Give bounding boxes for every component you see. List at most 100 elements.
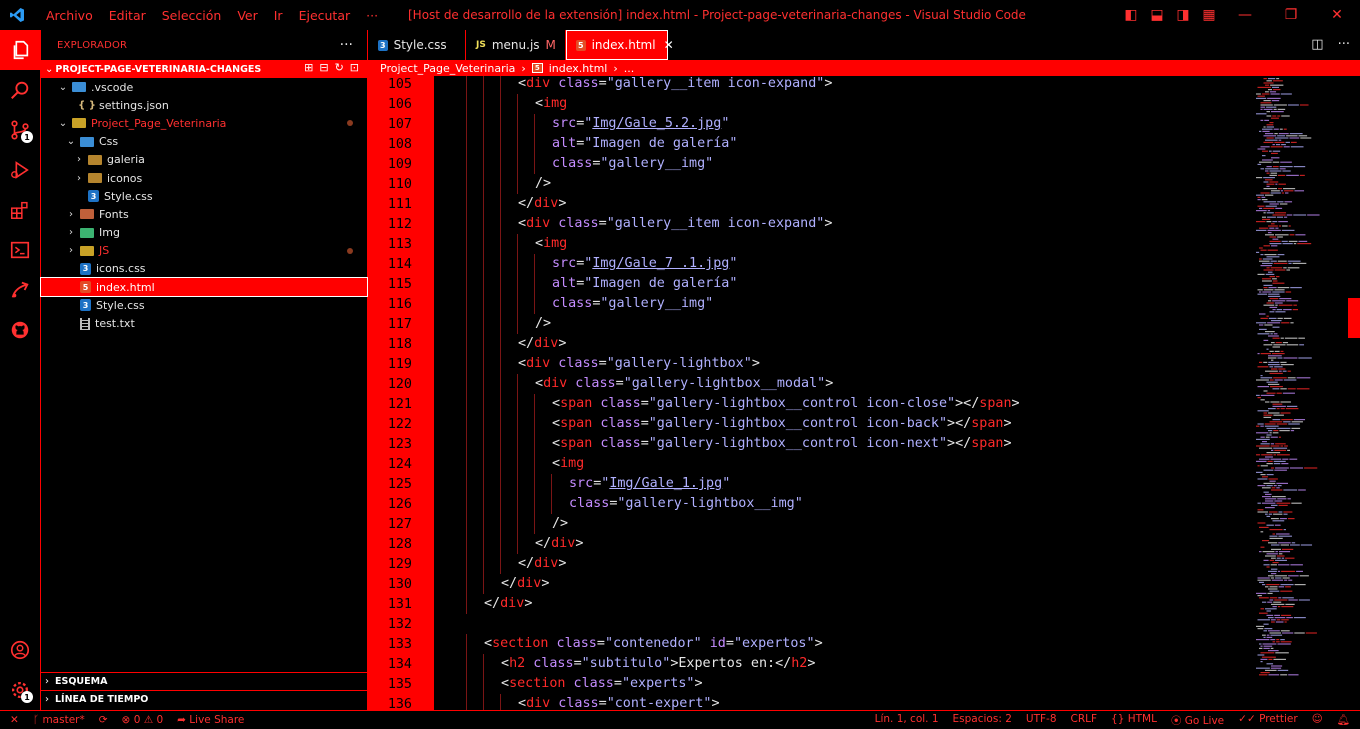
menu-editar[interactable]: Editar	[101, 8, 154, 23]
minimize-icon[interactable]: —	[1222, 7, 1268, 23]
explorer-icon[interactable]	[0, 30, 40, 70]
more-actions-icon[interactable]: ···	[1338, 37, 1350, 52]
minimap-line	[1262, 487, 1271, 489]
minimap-line	[1276, 639, 1280, 641]
run-debug-icon[interactable]	[0, 150, 40, 190]
indentation[interactable]: Espacios: 2	[953, 713, 1012, 728]
search-icon[interactable]	[0, 70, 40, 110]
menu-ir[interactable]: Ir	[266, 8, 291, 23]
breadcrumb-more[interactable]: ...	[624, 62, 635, 75]
menu-ejecutar[interactable]: Ejecutar	[291, 8, 359, 23]
tree-item[interactable]: › Img	[41, 224, 367, 242]
close-window-icon[interactable]: ✕	[1314, 7, 1360, 23]
vertical-scrollbar[interactable]	[1348, 76, 1360, 710]
breadcrumb-folder[interactable]: Project_Page_Veterinaria	[380, 62, 515, 75]
tree-item[interactable]: › iconos	[41, 169, 367, 187]
source-control-icon[interactable]: 1	[0, 110, 40, 150]
remote-indicator-icon[interactable]: ✕	[10, 714, 19, 726]
minimap-line	[1277, 606, 1281, 608]
notifications-icon[interactable]: 🔔︎	[1337, 713, 1350, 728]
code-token: >	[541, 576, 550, 591]
minimap-line	[1265, 669, 1277, 671]
extensions-icon[interactable]	[0, 190, 40, 230]
code-token: />	[535, 176, 552, 191]
remote-explorer-icon[interactable]	[0, 270, 40, 310]
tree-item[interactable]: test.txt	[41, 314, 367, 332]
tree-item[interactable]: { } settings.json	[41, 96, 367, 114]
indent-guide	[500, 114, 501, 134]
code-token: <	[552, 436, 561, 451]
branch-status[interactable]: ᚴ master*	[33, 714, 85, 726]
tree-item[interactable]: 3 Style.css	[41, 296, 367, 314]
menu-ver[interactable]: Ver	[229, 8, 265, 23]
cursor-position[interactable]: Lín. 1, col. 1	[875, 713, 939, 728]
indent-guide	[483, 694, 484, 710]
tree-item[interactable]: 5 index.html	[40, 277, 368, 298]
customize-layout-icon[interactable]: ▦	[1196, 7, 1222, 23]
feedback-icon[interactable]: ☺	[1312, 713, 1323, 728]
accounts-icon[interactable]	[0, 630, 40, 670]
tab-style-css[interactable]: 3 Style.css	[368, 30, 466, 60]
new-folder-icon[interactable]: ⊟	[319, 61, 328, 74]
close-tab-icon[interactable]: ✕	[664, 38, 674, 52]
tree-item[interactable]: › Fonts	[41, 205, 367, 223]
code-editor[interactable]: 105 106 107 108 109 110 111 112 113 114 115 116 117 1…	[368, 76, 1360, 710]
github-icon[interactable]	[0, 310, 40, 350]
tab-index-html[interactable]: 5 index.html ✕	[566, 30, 674, 60]
live-share-button[interactable]: ➦ Live Share	[177, 714, 244, 726]
explorer-more-button[interactable]: ···	[340, 37, 353, 53]
tree-item[interactable]: ⌄ .vscode	[41, 78, 367, 96]
indent-guide	[483, 514, 484, 534]
menu-more[interactable]: ···	[358, 8, 386, 23]
breadcrumb-file[interactable]: index.html	[549, 62, 608, 75]
scrollbar-thumb[interactable]	[1348, 298, 1360, 338]
minimap-line	[1273, 454, 1276, 456]
tree-item[interactable]: ⌄ Project_Page_Veterinaria	[41, 114, 367, 132]
tree-item[interactable]: ⌄ Css	[41, 133, 367, 151]
manage-gear-icon[interactable]: 1	[0, 670, 40, 710]
minimap-line	[1270, 634, 1283, 636]
new-file-icon[interactable]: ⊞	[304, 61, 313, 74]
outline-section[interactable]: › ESQUEMA	[41, 672, 367, 690]
tree-item[interactable]: 3 icons.css	[41, 260, 367, 278]
minimap-line	[1281, 115, 1290, 117]
code-line: src="Img/Gale_1.jpg"	[569, 474, 730, 494]
collapse-all-icon[interactable]: ⊡	[350, 61, 359, 74]
project-section-header[interactable]: ⌄ PROJECT-PAGE-VETERINARIA-CHANGES ⊞ ⊟ ↻…	[41, 60, 367, 78]
minimap-line	[1284, 216, 1288, 218]
split-editor-icon[interactable]: ◫	[1311, 37, 1323, 52]
chevron-right-icon: ›	[613, 61, 618, 75]
menu-seleccion[interactable]: Selección	[154, 8, 230, 23]
problems-status[interactable]: ⊗ 0 ⚠ 0	[122, 714, 164, 726]
toggle-secondary-sidebar-icon[interactable]: ◨	[1170, 7, 1196, 23]
indent-guide	[517, 274, 518, 294]
code-token: "	[729, 256, 738, 271]
minimap-line	[1268, 575, 1274, 577]
minimap-line	[1274, 141, 1285, 143]
code-area[interactable]: <div class="gallery__item icon-expand"> <…	[434, 76, 1314, 710]
code-token: </	[518, 336, 535, 351]
indent-guide	[517, 134, 518, 154]
line-number: 110	[387, 177, 412, 192]
tree-item[interactable]: › galeria	[41, 151, 367, 169]
go-live-button[interactable]: ⦿ Go Live	[1171, 713, 1224, 728]
sync-icon[interactable]: ⟳	[99, 714, 108, 726]
indent-guide	[466, 674, 467, 694]
timeline-section[interactable]: › LÍNEA DE TIEMPO	[41, 690, 367, 708]
minimap-line	[1272, 432, 1279, 434]
minimap-line	[1262, 280, 1272, 282]
minimap[interactable]	[1254, 76, 1348, 710]
terminal-icon[interactable]	[0, 230, 40, 270]
tree-item[interactable]: › JS	[41, 242, 367, 260]
language-mode[interactable]: {} HTML	[1111, 713, 1157, 728]
menu-archivo[interactable]: Archivo	[38, 8, 101, 23]
prettier-status[interactable]: ✓✓ Prettier	[1238, 713, 1298, 728]
tree-item[interactable]: 3 Style.css	[41, 187, 367, 205]
toggle-sidebar-icon[interactable]: ◧	[1118, 7, 1144, 23]
tab-menu-js[interactable]: JS menu.js M	[466, 30, 566, 60]
refresh-icon[interactable]: ↻	[335, 61, 344, 74]
end-of-line[interactable]: CRLF	[1071, 713, 1098, 728]
encoding[interactable]: UTF-8	[1026, 713, 1057, 728]
toggle-panel-icon[interactable]: ⬓	[1144, 7, 1170, 23]
restore-icon[interactable]: ❐	[1268, 7, 1314, 23]
